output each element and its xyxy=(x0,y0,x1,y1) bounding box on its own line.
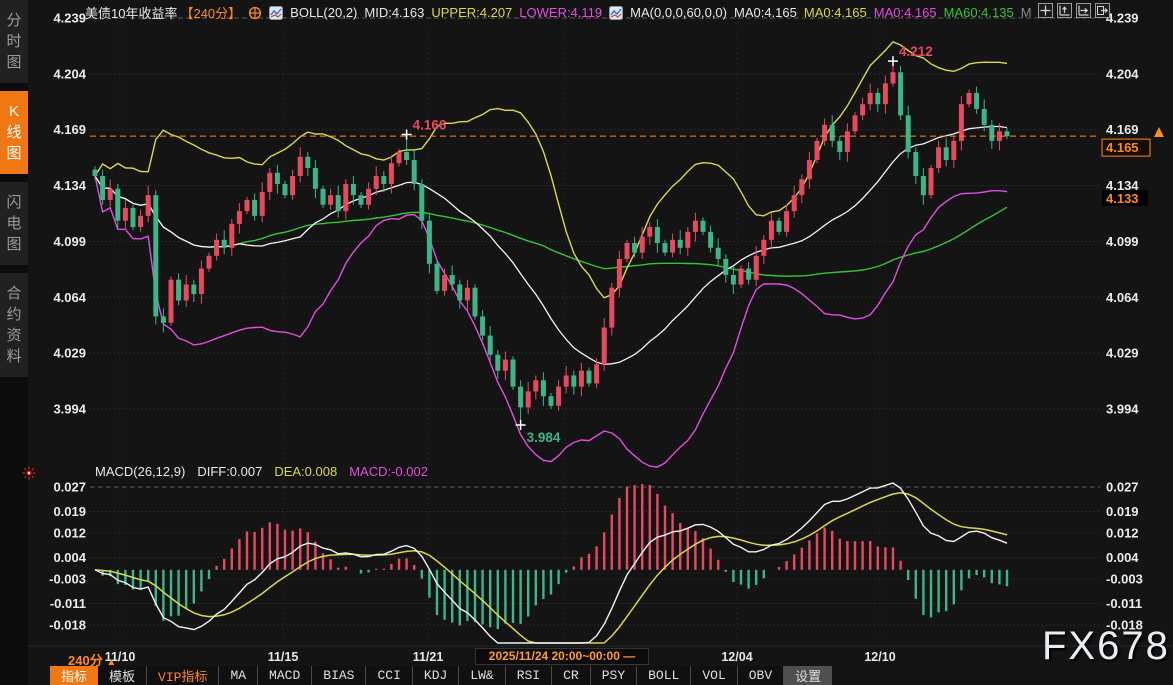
toolbar-item-5[interactable]: MACD xyxy=(258,666,312,685)
svg-text:0.012: 0.012 xyxy=(1106,526,1139,541)
svg-text:4.166: 4.166 xyxy=(413,118,447,133)
toolbar-item-13[interactable]: BOLL xyxy=(637,666,691,685)
svg-text:4.099: 4.099 xyxy=(1106,234,1139,249)
sidebar-tab-2[interactable]: K线图 xyxy=(0,91,28,174)
toolbar-item-6[interactable]: BIAS xyxy=(312,666,366,685)
boll-lower-value: LOWER:4.119 xyxy=(519,5,602,20)
chart-canvas[interactable]: 4.2394.2394.2044.2044.1694.1694.1344.134… xyxy=(0,0,1173,685)
chart-tool-buttons xyxy=(1038,3,1110,18)
toolbar-item-8[interactable]: KDJ xyxy=(413,666,459,685)
svg-text:11/15: 11/15 xyxy=(268,650,299,664)
reference-price-tag: 4.133 xyxy=(1106,191,1139,206)
svg-text:-0.003: -0.003 xyxy=(1106,572,1143,587)
boll-indicator-icon[interactable] xyxy=(269,6,283,20)
selected-range-label: 2025/11/24 20:00~00:00 — xyxy=(475,648,649,665)
indicator-toolbar: 指标模板VIP指标MAMACDBIASCCIKDJLW&RSICRPSYBOLL… xyxy=(50,666,832,685)
svg-text:3.994: 3.994 xyxy=(1106,402,1139,417)
boll-upper-value: UPPER:4.207 xyxy=(431,5,512,20)
pan-right-icon[interactable] xyxy=(1095,3,1110,18)
svg-text:4.134: 4.134 xyxy=(53,178,86,193)
sidebar-tab-3[interactable]: 闪电图 xyxy=(0,182,28,265)
instrument-title: 美债10年收益率 xyxy=(85,3,177,22)
price-up-arrow-icon xyxy=(1154,127,1164,137)
macd-header: MACD(26,12,9) DIFF:0.007 DEA:0.008 MACD:… xyxy=(95,464,428,479)
svg-text:4.099: 4.099 xyxy=(53,234,86,249)
toolbar-item-14[interactable]: VOL xyxy=(691,666,737,685)
svg-text:4.204: 4.204 xyxy=(53,66,86,81)
axis-zoom-out-icon[interactable] xyxy=(1076,3,1091,18)
svg-text:4.212: 4.212 xyxy=(899,44,933,59)
svg-text:4.169: 4.169 xyxy=(1106,122,1139,137)
ma-indicator-icon[interactable] xyxy=(609,6,623,20)
svg-text:-0.011: -0.011 xyxy=(1106,596,1142,611)
svg-text:4.204: 4.204 xyxy=(1106,66,1139,81)
boll-upper-line xyxy=(95,42,1007,298)
price-tags: 4.165 4.133 xyxy=(1102,127,1164,206)
toolbar-item-12[interactable]: PSY xyxy=(591,666,637,685)
svg-text:12/10: 12/10 xyxy=(864,650,895,664)
svg-text:0.019: 0.019 xyxy=(53,504,86,519)
ma-label: MA(0,0,0,60,0,0) xyxy=(630,5,727,20)
svg-text:0.027: 0.027 xyxy=(1106,480,1139,495)
toolbar-item-1[interactable]: 指标 xyxy=(50,666,98,685)
ma0-magenta-value: MA0:4.165 xyxy=(874,5,937,20)
svg-text:-0.011: -0.011 xyxy=(50,596,86,611)
macd-diff-value: DIFF:0.007 xyxy=(197,464,262,479)
ma-suffix: M xyxy=(1021,5,1032,20)
svg-text:3.994: 3.994 xyxy=(53,402,86,417)
svg-text:-0.018: -0.018 xyxy=(49,618,86,633)
macd-macd-value: MACD:-0.002 xyxy=(349,464,428,479)
boll-mid-value: MID:4.163 xyxy=(364,5,424,20)
period-badge: 【240分】 xyxy=(180,3,241,22)
crosshair-tool-icon[interactable] xyxy=(1038,3,1053,18)
crosshair-circle-icon[interactable] xyxy=(248,6,262,20)
svg-text:12/04: 12/04 xyxy=(721,650,752,664)
svg-text:-0.003: -0.003 xyxy=(49,572,86,587)
ma60-value: MA60:4.135 xyxy=(944,5,1014,20)
toolbar-item-4[interactable]: MA xyxy=(219,666,258,685)
svg-text:4.029: 4.029 xyxy=(1106,346,1139,361)
svg-text:0.012: 0.012 xyxy=(53,526,86,541)
svg-text:0.019: 0.019 xyxy=(1106,504,1139,519)
toolbar-item-3[interactable]: VIP指标 xyxy=(147,666,219,685)
sidebar-tab-4[interactable]: 合约资料 xyxy=(0,273,28,377)
toolbar-item-10[interactable]: RSI xyxy=(506,666,552,685)
macd-dea-value: DEA:0.008 xyxy=(274,464,337,479)
svg-text:4.064: 4.064 xyxy=(1106,290,1139,305)
app-window: 4.2394.2394.2044.2044.1694.1694.1344.134… xyxy=(0,0,1173,685)
toolbar-item-2[interactable]: 模板 xyxy=(98,666,147,685)
macd-label: MACD(26,12,9) xyxy=(95,464,185,479)
svg-text:11/21: 11/21 xyxy=(413,650,444,664)
watermark-logo: FX678 xyxy=(1042,624,1170,669)
sidebar-tab-1[interactable]: 分时图 xyxy=(0,0,28,83)
chart-header: 美债10年收益率 【240分】 BOLL(20,2) MID:4.163 UPP… xyxy=(28,3,1028,22)
toolbar-item-7[interactable]: CCI xyxy=(366,666,412,685)
candles xyxy=(93,61,1010,425)
toolbar-item-9[interactable]: LW& xyxy=(459,666,505,685)
svg-text:4.029: 4.029 xyxy=(53,346,86,361)
svg-text:0.027: 0.027 xyxy=(53,480,86,495)
red-star-icon xyxy=(21,465,37,481)
macd-panel xyxy=(95,483,1007,643)
svg-text:4.169: 4.169 xyxy=(53,122,86,137)
svg-text:4.239: 4.239 xyxy=(1106,11,1139,26)
svg-text:0.004: 0.004 xyxy=(1106,550,1139,565)
sidebar: 分时图 K线图闪电图合约资料 xyxy=(0,0,28,685)
ma0-white-value: MA0:4.165 xyxy=(734,5,797,20)
svg-text:0.004: 0.004 xyxy=(53,550,86,565)
ma0-yellow-value: MA0:4.165 xyxy=(804,5,867,20)
svg-text:3.984: 3.984 xyxy=(527,430,561,445)
svg-text:4.064: 4.064 xyxy=(53,290,86,305)
toolbar-item-16[interactable]: 设置 xyxy=(784,666,832,685)
toolbar-item-11[interactable]: CR xyxy=(552,666,591,685)
toolbar-item-15[interactable]: OBV xyxy=(738,666,784,685)
boll-label: BOLL(20,2) xyxy=(290,5,357,20)
svg-text:4.165: 4.165 xyxy=(1106,140,1139,155)
axis-zoom-in-icon[interactable] xyxy=(1057,3,1072,18)
